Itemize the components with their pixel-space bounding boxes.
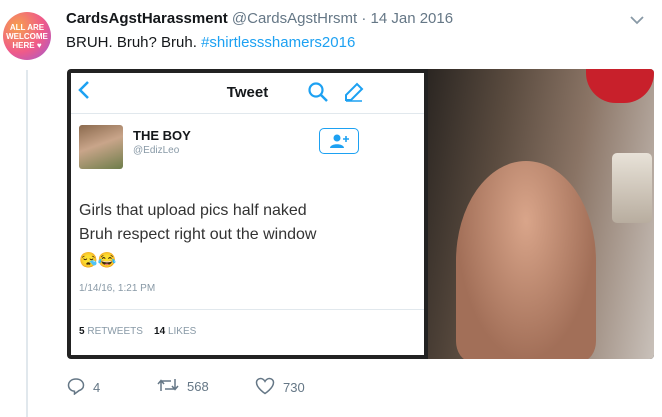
screenshot-likes-count: 14 — [154, 326, 166, 337]
tweet-header: CardsAgstHarassment @CardsAgstHrsmt · 14… — [66, 10, 453, 27]
screenshot-author-handle: @EdizLeo — [133, 145, 180, 156]
screenshot-retweets-count: 5 — [79, 326, 85, 337]
hashtag-link[interactable]: #shirtlessshamers2016 — [201, 34, 355, 51]
thread-line — [26, 70, 28, 417]
screenshot-retweets-label: RETWEETS — [87, 326, 143, 337]
retweet-button[interactable]: 568 — [157, 377, 209, 396]
tweet-date[interactable]: 14 Jan 2016 — [371, 10, 454, 27]
screenshot-nav-title: Tweet — [226, 84, 269, 101]
screenshot-stats: 5 RETWEETS 14 LIKES — [79, 326, 196, 337]
tweet-body: BRUH. Bruh? Bruh. — [66, 34, 197, 51]
retweet-icon — [157, 377, 187, 396]
photo-phone — [612, 153, 652, 223]
media-grid[interactable]: Tweet THE BOY @EdizLeo Girls that upload… — [67, 69, 654, 359]
screenshot-timestamp: 1/14/16, 1:21 PM — [79, 283, 156, 294]
search-icon — [307, 81, 329, 108]
like-count: 730 — [283, 380, 305, 395]
chevron-down-icon[interactable] — [630, 12, 644, 28]
heart-icon — [255, 377, 283, 398]
avatar-text-line: ALL ARE — [9, 22, 45, 32]
user-handle[interactable]: @CardsAgstHrsmt — [232, 10, 357, 27]
like-button[interactable]: 730 — [255, 377, 305, 398]
avatar-text-line: HERE ♥ — [12, 40, 42, 50]
photo-cap — [586, 69, 654, 103]
screenshot-tweet-body: Girls that upload pics half naked Bruh r… — [79, 199, 424, 247]
screenshot-nav-bar: Tweet — [71, 73, 424, 114]
reply-count: 4 — [93, 380, 101, 395]
screenshot-image[interactable]: Tweet THE BOY @EdizLeo Girls that upload… — [71, 73, 424, 355]
display-name[interactable]: CardsAgstHarassment — [66, 10, 228, 27]
screenshot-emoji: 😪😂 — [79, 252, 117, 269]
reply-icon — [67, 377, 93, 398]
compose-icon — [343, 81, 365, 108]
screenshot-body-line: Girls that upload pics half naked — [79, 202, 307, 219]
reply-button[interactable]: 4 — [67, 377, 100, 398]
divider — [79, 309, 424, 310]
screenshot-body-line: Bruh respect right out the window — [79, 226, 317, 243]
selfie-photo[interactable] — [428, 69, 654, 359]
follow-icon — [319, 128, 359, 154]
tweet-text: BRUH. Bruh? Bruh. #shirtlessshamers2016 — [66, 34, 355, 51]
photo-subject — [456, 161, 596, 359]
screenshot-author-avatar — [79, 125, 123, 169]
retweet-count: 568 — [187, 379, 209, 394]
screenshot-likes-label: LIKES — [167, 326, 197, 337]
avatar[interactable]: ALL ARE WELCOME HERE ♥ — [3, 12, 51, 60]
separator-dot: · — [361, 10, 367, 27]
avatar-text-line: WELCOME — [6, 31, 48, 41]
screenshot-author-name: THE BOY — [133, 128, 191, 143]
